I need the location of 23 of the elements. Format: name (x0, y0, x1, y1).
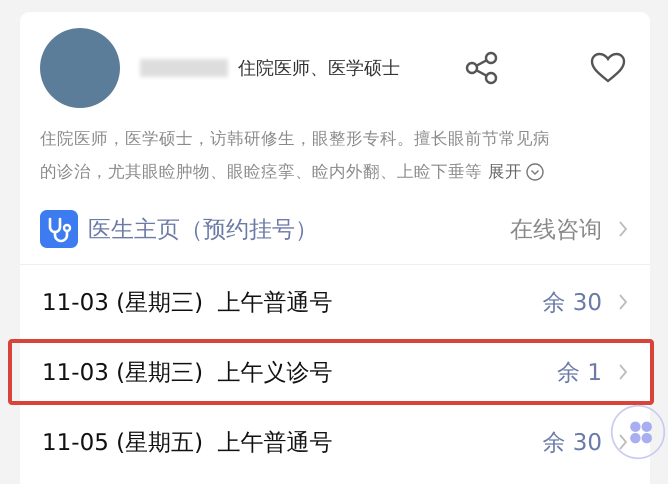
description-line: 的诊治，尤其眼睑肿物、眼睑痉挛、睑内外翻、上睑下垂等 (40, 160, 482, 182)
chevron-right-icon (618, 363, 628, 381)
appointment-slot[interactable]: 11-03 (星期三) 上午义诊号 余 1 (8, 339, 654, 405)
slot-label: 11-03 (星期三) 上午普通号 (42, 288, 333, 318)
heart-icon[interactable] (590, 52, 626, 84)
remaining-count: 余 30 (542, 288, 602, 318)
share-icon[interactable] (465, 51, 499, 85)
expand-link[interactable]: 展开 (488, 160, 522, 182)
appointment-slot[interactable]: 11-05 (星期五) 上午普通号 余 30 (8, 409, 654, 475)
description-line: 住院医师，医学硕士，访韩研修生，眼整形专科。擅长眼前节常见病 (40, 128, 550, 150)
chevron-right-icon (618, 433, 628, 451)
appointment-slot[interactable]: 11-03 (星期三) 上午普通号 余 30 (8, 269, 654, 335)
slot-label: 11-03 (星期三) 上午义诊号 (42, 358, 333, 388)
chevron-down-icon[interactable] (526, 162, 544, 180)
chevron-right-icon (618, 220, 628, 238)
remaining-count: 余 30 (542, 428, 602, 458)
slot-label: 11-05 (星期五) 上午普通号 (42, 428, 333, 458)
remaining-count: 余 1 (557, 358, 602, 388)
chevron-right-icon (618, 293, 628, 311)
online-consult-link[interactable]: 在线咨询 (510, 214, 602, 244)
doctor-homepage-link[interactable]: 医生主页（预约挂号） (88, 214, 318, 244)
doctor-title: 住院医师、医学硕士 (238, 57, 400, 80)
stethoscope-icon (40, 210, 78, 248)
